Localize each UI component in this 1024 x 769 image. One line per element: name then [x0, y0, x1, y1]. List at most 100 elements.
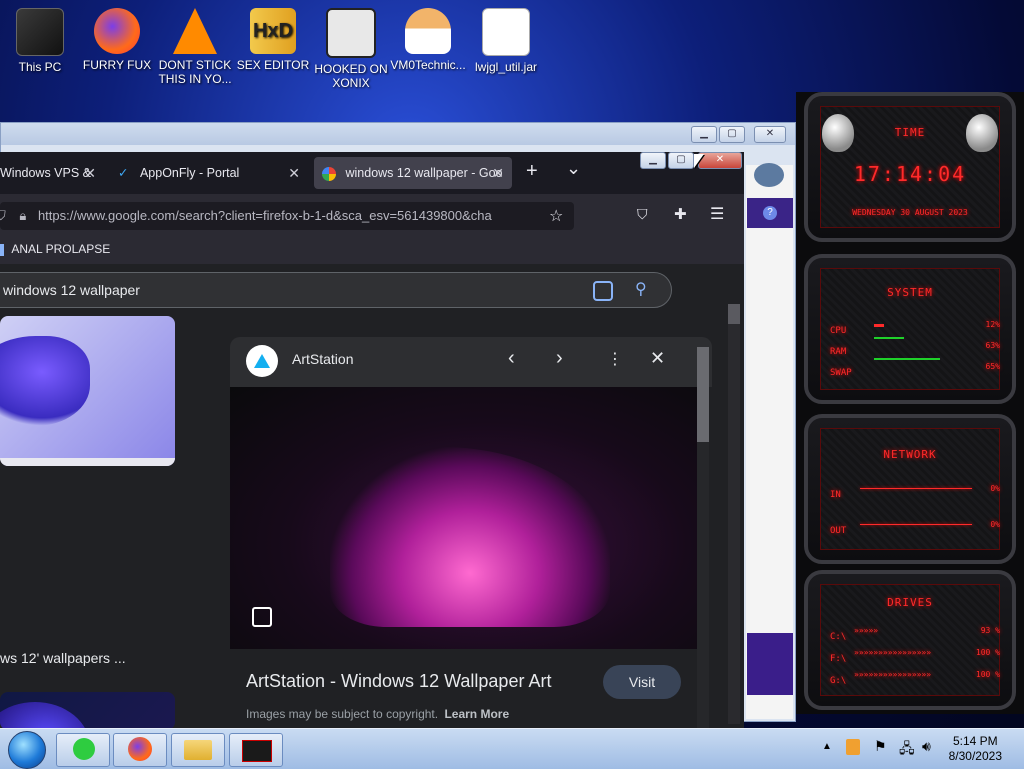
- system-gadget[interactable]: SYSTEM CPU 12% RAM 63% SWAP 65%: [804, 254, 1016, 404]
- desktop-icon-hooked-on-xonix[interactable]: HOOKED ON XONIX: [311, 8, 391, 90]
- drive-usage-bar: »»»»»»»»»»»»»»»»: [854, 648, 932, 657]
- tab-google-search[interactable]: windows 12 wallpaper - Goo ✕: [314, 157, 512, 189]
- image-preview-panel: ArtStation ‹ › ⋮ ✕ ArtStation - Windows …: [230, 337, 712, 767]
- pocket-icon[interactable]: ⛉: [637, 206, 648, 223]
- desktop-icon-sex-editor[interactable]: HxD SEX EDITOR: [233, 8, 313, 72]
- network-out-graph: [860, 524, 972, 525]
- gadget-title: NETWORK: [883, 448, 937, 461]
- close-icon[interactable]: ✕: [650, 348, 665, 369]
- desktop-icon-dont-stick[interactable]: DONT STICK THIS IN YO...: [155, 8, 235, 86]
- taskbar-item-firefox[interactable]: [113, 733, 167, 767]
- more-options-icon[interactable]: ⋮: [607, 349, 623, 369]
- volume-icon[interactable]: 🔊︎: [922, 738, 931, 755]
- bookmark-item[interactable]: ANAL PROLAPSE: [0, 242, 110, 256]
- copyright-notice: Images may be subject to copyright. Lear…: [246, 707, 509, 721]
- flag-icon[interactable]: ⚑: [874, 738, 887, 755]
- tab-label: AppOnFly - Portal: [139, 166, 240, 180]
- minimize-button[interactable]: ▁: [640, 152, 666, 169]
- artstation-logo-icon: [246, 345, 278, 377]
- scrollbar-thumb[interactable]: [728, 304, 740, 324]
- close-icon[interactable]: ✕: [492, 157, 504, 189]
- drive-row: G:\ »»»»»»»»»»»»»»»» 100 %: [830, 670, 1000, 692]
- taskbar-item-notes[interactable]: [56, 733, 110, 767]
- maximize-button[interactable]: ▢: [668, 152, 694, 169]
- new-tab-button[interactable]: +: [526, 160, 538, 183]
- desktop-icon-label: DONT STICK THIS IN YO...: [158, 58, 232, 86]
- url-bar[interactable]: ⛉ 🔒︎ https://www.google.com/search?clien…: [0, 202, 574, 230]
- close-button[interactable]: ✕: [698, 152, 742, 169]
- preview-image[interactable]: [230, 387, 697, 649]
- network-row: OUT 0%: [830, 520, 1000, 550]
- ram-bar: [874, 337, 904, 339]
- previous-arrow-icon[interactable]: ‹: [508, 347, 515, 370]
- google-lens-icon[interactable]: [593, 281, 613, 301]
- visit-button[interactable]: Visit: [603, 665, 681, 699]
- background-help-bar: ?: [747, 198, 793, 228]
- result-thumbnail-1[interactable]: [0, 316, 175, 466]
- close-icon[interactable]: ✕: [288, 157, 300, 189]
- drive-rows: C:\ »»»»» 93 % F:\ »»»»»»»»»»»»»»»» 100 …: [830, 626, 1000, 692]
- gadget-title: TIME: [894, 126, 926, 139]
- stat-value: 93 %: [980, 626, 1000, 635]
- tab-label: Windows VPS &: [0, 166, 92, 180]
- star-icon[interactable]: [754, 163, 784, 187]
- search-input[interactable]: windows 12 wallpaper ⚲: [0, 272, 672, 308]
- stat-value: 63%: [985, 341, 1000, 350]
- next-arrow-icon[interactable]: ›: [556, 347, 563, 370]
- tab-list-button[interactable]: ⌄: [566, 158, 581, 179]
- background-close-button[interactable]: ✕: [754, 126, 786, 143]
- page-scrollbar[interactable]: [728, 304, 740, 724]
- preview-source[interactable]: ArtStation: [292, 351, 353, 367]
- menu-icon[interactable]: ☰: [710, 204, 724, 224]
- tray-app-icon[interactable]: [846, 739, 860, 755]
- google-lens-icon[interactable]: [252, 607, 272, 627]
- computer-icon: [16, 8, 64, 56]
- alien-head-icon: [966, 114, 998, 152]
- search-icon[interactable]: ⚲: [635, 273, 647, 307]
- lock-icon[interactable]: 🔒︎: [19, 208, 26, 223]
- taskbar-item-explorer[interactable]: [171, 733, 225, 767]
- bookmark-star-icon[interactable]: ☆: [549, 206, 563, 226]
- preview-title[interactable]: ArtStation - Windows 12 Wallpaper Art: [246, 671, 551, 692]
- desktop-icon-label: SEX EDITOR: [236, 58, 310, 72]
- system-row: SWAP 65%: [830, 358, 1000, 383]
- show-hidden-icons[interactable]: ▲: [822, 741, 832, 752]
- extensions-icon[interactable]: ✚: [674, 205, 687, 223]
- notes-app-icon: [73, 738, 95, 760]
- result-caption[interactable]: ws 12' wallpapers ...: [0, 650, 126, 666]
- user-avatar-icon: [405, 8, 451, 54]
- time-gadget[interactable]: TIME 17:14:04 WEDNESDAY 30 AUGUST 2023: [804, 92, 1016, 242]
- tab-windows-vps[interactable]: Windows VPS & ✕: [0, 157, 104, 189]
- stat-label: OUT: [830, 526, 847, 536]
- desktop-icon-furry-fux[interactable]: FURRY FUX: [77, 8, 157, 72]
- background-window-titlebar[interactable]: [1, 123, 795, 145]
- taskbar-clock[interactable]: 5:14 PM 8/30/2023: [949, 734, 1002, 764]
- help-icon[interactable]: ?: [763, 206, 777, 220]
- stat-value: 12%: [985, 320, 1000, 329]
- start-button[interactable]: [8, 731, 46, 769]
- network-icon[interactable]: 🖧︎: [899, 738, 915, 762]
- drives-gadget[interactable]: DRIVES C:\ »»»»» 93 % F:\ »»»»»»»»»»»»»»…: [804, 570, 1016, 710]
- stat-label: SWAP: [830, 368, 852, 378]
- result-thumbnail-2[interactable]: [0, 692, 175, 730]
- desktop-icon-vm0technic[interactable]: VM0Technic...: [388, 8, 468, 72]
- background-minimize-button[interactable]: ▁: [691, 126, 717, 143]
- stat-label: RAM: [830, 347, 847, 357]
- shield-icon[interactable]: ⛉: [0, 208, 6, 223]
- scrollbar-thumb[interactable]: [697, 347, 709, 442]
- desktop-icon-lwjgl-util[interactable]: lwjgl_util.jar: [466, 8, 546, 74]
- preview-header: ArtStation ‹ › ⋮ ✕: [230, 337, 712, 387]
- network-gadget[interactable]: NETWORK IN 0% OUT 0%: [804, 414, 1016, 564]
- bookmarks-toolbar: ANAL PROLAPSE: [0, 236, 744, 265]
- tab-apponfly[interactable]: ✓ AppOnFly - Portal ✕: [112, 157, 308, 189]
- alien-head-icon: [822, 114, 854, 152]
- background-maximize-button[interactable]: ▢: [719, 126, 745, 143]
- xonix-icon: [326, 8, 376, 58]
- close-icon[interactable]: ✕: [84, 157, 96, 189]
- clock-time: 5:14 PM: [952, 734, 998, 748]
- desktop-icon-this-pc[interactable]: This PC: [0, 8, 80, 74]
- drive-row: F:\ »»»»»»»»»»»»»»»» 100 %: [830, 648, 1000, 670]
- preview-scrollbar[interactable]: [697, 347, 709, 767]
- taskbar-item-gadget[interactable]: [229, 733, 283, 767]
- learn-more-link[interactable]: Learn More: [444, 707, 509, 721]
